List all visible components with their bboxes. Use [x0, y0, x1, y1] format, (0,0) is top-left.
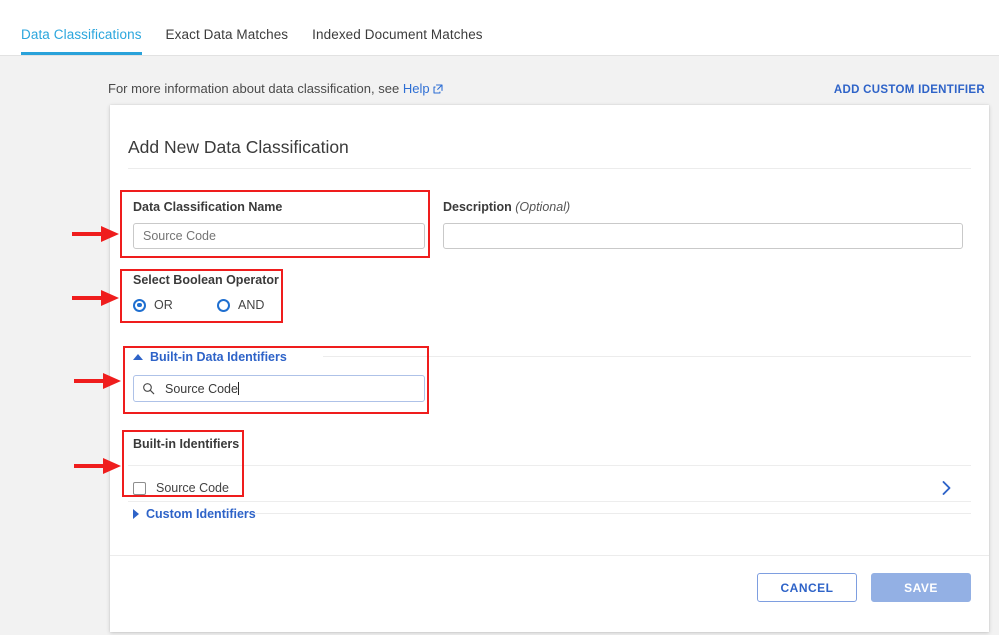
boolean-operator-radio-row: OR AND — [133, 298, 279, 312]
add-data-classification-card: Add New Data Classification Data Classif… — [110, 105, 989, 632]
radio-or-icon[interactable] — [133, 298, 146, 312]
builtin-identifiers-bottom-divider — [128, 501, 971, 502]
save-button[interactable]: SAVE — [871, 573, 971, 602]
builtin-data-identifiers-divider — [323, 356, 971, 357]
text-cursor — [237, 382, 239, 395]
radio-option-or[interactable]: OR — [133, 298, 217, 312]
description-label-text: Description — [443, 200, 512, 214]
description-input[interactable] — [443, 223, 963, 249]
data-classification-name-field-group: Data Classification Name — [133, 200, 425, 249]
builtin-identifiers-top-divider — [128, 465, 971, 466]
add-custom-identifier-button[interactable]: ADD CUSTOM IDENTIFIER — [834, 84, 985, 96]
description-optional-text: (Optional) — [515, 200, 571, 214]
boolean-operator-group: Select Boolean Operator OR AND — [133, 273, 279, 312]
radio-and-icon[interactable] — [217, 298, 230, 312]
card-title: Add New Data Classification — [128, 137, 349, 157]
builtin-identifier-row[interactable]: Source Code — [133, 473, 971, 503]
tab-label: Exact Data Matches — [165, 27, 289, 42]
card-footer: CANCEL SAVE — [757, 573, 971, 602]
builtin-identifier-label: Source Code — [156, 481, 229, 495]
custom-identifiers-title: Custom Identifiers — [146, 507, 256, 521]
info-text-label: For more information about data classifi… — [108, 81, 400, 96]
help-link[interactable]: Help — [403, 81, 443, 96]
custom-identifiers-section-header[interactable]: Custom Identifiers — [133, 507, 256, 521]
top-tab-bar: Data Classifications Exact Data Matches … — [0, 0, 999, 56]
builtin-identifiers-title: Built-in Identifiers — [133, 437, 240, 451]
builtin-identifier-search-box[interactable]: Source Code — [133, 375, 425, 402]
cancel-button-label: CANCEL — [780, 580, 834, 595]
data-classification-name-label: Data Classification Name — [133, 200, 283, 214]
builtin-identifier-search-value: Source Code — [165, 381, 238, 396]
caret-up-icon[interactable] — [133, 354, 143, 360]
card-title-divider — [128, 168, 971, 169]
help-link-label: Help — [402, 81, 430, 96]
data-classification-name-input[interactable] — [133, 223, 425, 249]
caret-right-icon[interactable] — [133, 509, 139, 519]
builtin-data-identifiers-section-header[interactable]: Built-in Data Identifiers — [133, 350, 287, 364]
tab-data-classifications[interactable]: Data Classifications — [21, 27, 142, 55]
save-button-label: SAVE — [904, 580, 938, 595]
external-link-icon — [433, 82, 443, 94]
add-custom-identifier-label: ADD CUSTOM IDENTIFIER — [833, 84, 985, 96]
chevron-right-icon[interactable] — [940, 479, 953, 496]
tab-exact-data-matches[interactable]: Exact Data Matches — [166, 27, 289, 55]
custom-identifiers-divider — [253, 513, 971, 514]
description-label: Description (Optional) — [443, 200, 963, 214]
description-field-group: Description (Optional) — [443, 200, 963, 249]
checkbox-source-code[interactable] — [133, 481, 146, 495]
cancel-button[interactable]: CANCEL — [757, 573, 857, 602]
tab-label: Indexed Document Matches — [312, 27, 483, 42]
search-icon — [142, 382, 155, 395]
radio-and-label: AND — [238, 298, 265, 312]
footer-divider — [110, 555, 989, 556]
info-text: For more information about data classifi… — [108, 81, 443, 96]
tab-label: Data Classifications — [21, 27, 142, 42]
sub-header: For more information about data classifi… — [0, 57, 999, 109]
radio-or-label: OR — [154, 298, 173, 312]
boolean-operator-label: Select Boolean Operator — [133, 273, 279, 287]
builtin-data-identifiers-title: Built-in Data Identifiers — [150, 350, 287, 364]
radio-option-and[interactable]: AND — [217, 298, 264, 312]
tab-indexed-document-matches[interactable]: Indexed Document Matches — [312, 27, 483, 55]
